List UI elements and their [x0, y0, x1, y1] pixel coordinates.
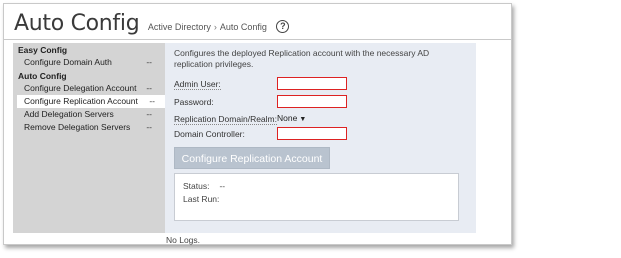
sidebar-item-add-delegation-servers[interactable]: Add Delegation Servers -- [17, 108, 162, 121]
header-divider [4, 39, 511, 40]
replication-account-form: Configures the deployed Replication acco… [165, 43, 476, 233]
sidebar-item-status: -- [149, 96, 155, 106]
password-label: Password: [174, 97, 214, 107]
help-icon[interactable]: ? [276, 20, 290, 33]
domain-controller-row: Domain Controller: [174, 129, 245, 139]
sidebar-item-configure-domain-auth[interactable]: Configure Domain Auth -- [17, 56, 162, 69]
realm-select[interactable]: None ▼ [277, 113, 306, 123]
sidebar-item-label: Configure Replication Account [24, 96, 138, 106]
status-line: Status: -- [183, 181, 225, 191]
logs-text: No Logs. [166, 235, 201, 245]
admin-user-label: Admin User: [174, 79, 221, 90]
breadcrumb-current: Auto Config [219, 22, 267, 32]
sidebar-item-status: -- [146, 109, 152, 119]
sidebar-item-label: Configure Domain Auth [24, 57, 112, 67]
domain-controller-input[interactable] [277, 127, 347, 140]
sidebar-heading-auto-config: Auto Config [18, 71, 67, 81]
configure-replication-account-button[interactable]: Configure Replication Account [174, 147, 330, 169]
sidebar-item-status: -- [146, 83, 152, 93]
password-row: Password: [174, 97, 214, 107]
sidebar-heading-easy-config: Easy Config [18, 45, 68, 55]
page-title: Auto Config [14, 11, 140, 36]
dropdown-caret-icon: ▼ [299, 116, 307, 123]
sidebar: Easy Config Configure Domain Auth -- Aut… [13, 43, 165, 233]
status-label: Status: [183, 181, 210, 191]
breadcrumb: Active Directory › Auto Config [148, 22, 270, 32]
realm-row: Replication Domain/Realm: [174, 114, 277, 125]
sidebar-item-configure-delegation-account[interactable]: Configure Delegation Account -- [17, 82, 162, 95]
admin-user-input[interactable] [277, 77, 347, 90]
breadcrumb-parent[interactable]: Active Directory [148, 22, 211, 32]
sidebar-item-label: Configure Delegation Account [24, 83, 137, 93]
sidebar-item-label: Add Delegation Servers [24, 109, 114, 119]
sidebar-item-remove-delegation-servers[interactable]: Remove Delegation Servers -- [17, 121, 162, 134]
password-input[interactable] [277, 95, 347, 108]
sidebar-item-status: -- [146, 122, 152, 132]
auto-config-panel: Auto Config Active Directory › Auto Config… [3, 3, 512, 245]
realm-selected-value: None [277, 113, 298, 123]
domain-controller-label: Domain Controller: [174, 129, 245, 139]
sidebar-item-configure-replication-account[interactable]: Configure Replication Account -- [17, 95, 165, 108]
realm-label: Replication Domain/Realm: [174, 114, 277, 125]
last-run-line: Last Run: [183, 194, 219, 204]
breadcrumb-separator: › [213, 22, 217, 32]
last-run-label: Last Run: [183, 194, 220, 204]
admin-user-row: Admin User: [174, 79, 221, 90]
page-header: Auto Config Active Directory › Auto Config… [14, 11, 290, 37]
sidebar-item-status: -- [146, 57, 152, 67]
form-description: Configures the deployed Replication acco… [174, 48, 430, 69]
status-value: -- [219, 181, 226, 191]
status-box: Status: -- Last Run: [174, 173, 459, 221]
sidebar-item-label: Remove Delegation Servers [24, 122, 131, 132]
